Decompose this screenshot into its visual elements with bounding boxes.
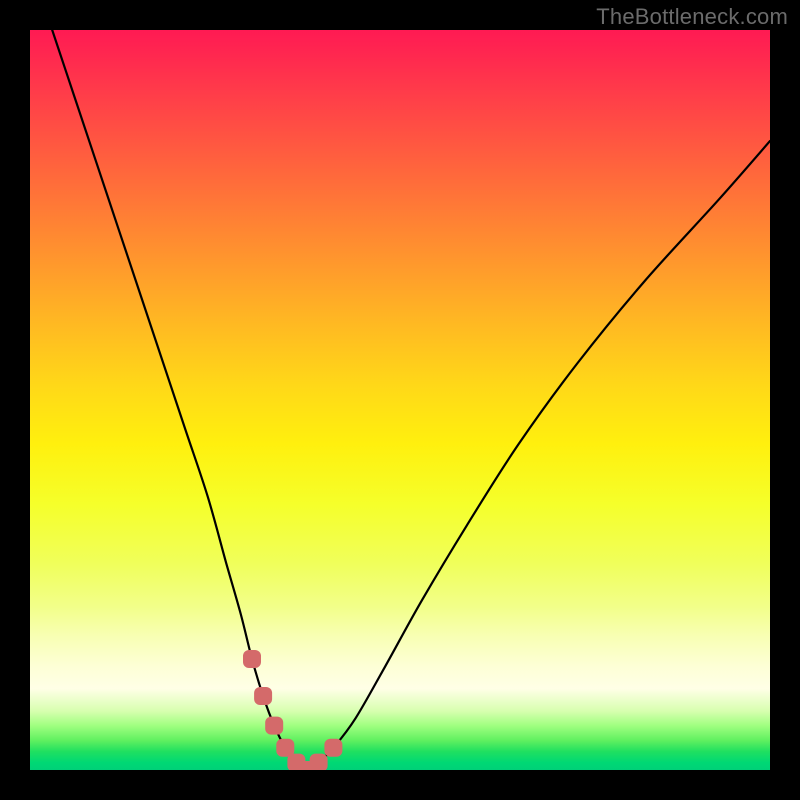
highlight-marker-group (243, 650, 342, 770)
plot-area (30, 30, 770, 770)
bottleneck-curve-svg (30, 30, 770, 770)
highlight-marker (265, 717, 283, 735)
highlight-marker (243, 650, 261, 668)
highlight-marker (324, 739, 342, 757)
highlight-marker (310, 754, 328, 770)
watermark-text: TheBottleneck.com (596, 4, 788, 30)
chart-frame: TheBottleneck.com (0, 0, 800, 800)
bottleneck-curve-path (52, 30, 770, 770)
highlight-marker (254, 687, 272, 705)
